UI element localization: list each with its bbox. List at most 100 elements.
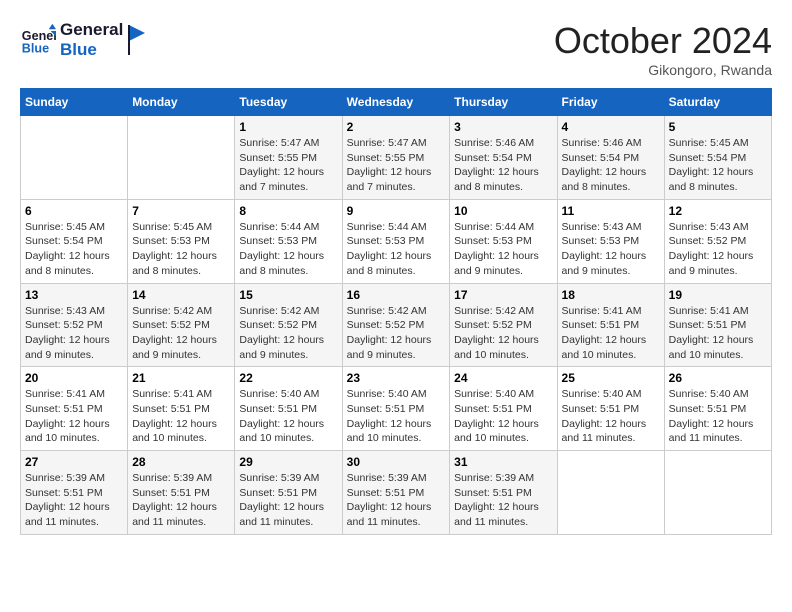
calendar-cell: 23Sunrise: 5:40 AMSunset: 5:51 PMDayligh… [342,367,450,451]
calendar-cell: 11 Sunrise: 5:43 AMSunset: 5:53 PMDayligh… [557,199,664,283]
day-info: Sunrise: 5:46 AMSunset: 5:54 PMDaylight:… [454,136,552,195]
calendar-cell: 7 Sunrise: 5:45 AMSunset: 5:53 PMDaylight… [128,199,235,283]
calendar-cell [664,451,771,535]
day-number: 16 [347,288,446,302]
day-number: 12 [669,204,767,218]
calendar-cell: 20Sunrise: 5:41 AMSunset: 5:51 PMDayligh… [21,367,128,451]
title-block: October 2024 Gikongoro, Rwanda [554,20,772,78]
calendar-body: 1 Sunrise: 5:47 AMSunset: 5:55 PMDaylight… [21,116,772,535]
day-number: 28 [132,455,230,469]
column-header-friday: Friday [557,89,664,116]
calendar-cell: 21 Sunrise: 5:41 AMSunset: 5:51 PMDayligh… [128,367,235,451]
calendar-cell: 24Sunrise: 5:40 AMSunset: 5:51 PMDayligh… [450,367,557,451]
day-info: Sunrise: 5:39 AMSunset: 5:51 PMDaylight:… [454,471,552,530]
calendar-cell: 26Sunrise: 5:40 AMSunset: 5:51 PMDayligh… [664,367,771,451]
day-number: 15 [239,288,337,302]
day-number: 24 [454,371,552,385]
day-info: Sunrise: 5:45 AMSunset: 5:53 PMDaylight:… [132,220,230,279]
calendar-cell: 25 Sunrise: 5:40 AMSunset: 5:51 PMDayligh… [557,367,664,451]
calendar-cell: 14Sunrise: 5:42 AMSunset: 5:52 PMDayligh… [128,283,235,367]
day-number: 2 [347,120,446,134]
calendar-cell: 2 Sunrise: 5:47 AMSunset: 5:55 PMDaylight… [342,116,450,200]
week-row-2: 6 Sunrise: 5:45 AMSunset: 5:54 PMDaylight… [21,199,772,283]
day-number: 5 [669,120,767,134]
calendar-cell: 15 Sunrise: 5:42 AMSunset: 5:52 PMDayligh… [235,283,342,367]
day-number: 7 [132,204,230,218]
calendar-cell: 5 Sunrise: 5:45 AMSunset: 5:54 PMDaylight… [664,116,771,200]
column-header-wednesday: Wednesday [342,89,450,116]
day-number: 21 [132,371,230,385]
logo-general: General [60,20,123,40]
calendar-cell: 28Sunrise: 5:39 AMSunset: 5:51 PMDayligh… [128,451,235,535]
day-info: Sunrise: 5:40 AMSunset: 5:51 PMDaylight:… [562,387,660,446]
column-header-sunday: Sunday [21,89,128,116]
day-info: Sunrise: 5:40 AMSunset: 5:51 PMDaylight:… [239,387,337,446]
calendar-cell: 16Sunrise: 5:42 AMSunset: 5:52 PMDayligh… [342,283,450,367]
day-number: 4 [562,120,660,134]
day-number: 31 [454,455,552,469]
calendar-cell [128,116,235,200]
day-number: 11 [562,204,660,218]
day-number: 9 [347,204,446,218]
day-number: 1 [239,120,337,134]
day-info: Sunrise: 5:43 AMSunset: 5:53 PMDaylight:… [562,220,660,279]
logo-icon: General Blue [20,22,56,58]
logo-flag-icon [127,25,147,55]
day-number: 8 [239,204,337,218]
day-info: Sunrise: 5:45 AMSunset: 5:54 PMDaylight:… [669,136,767,195]
calendar-cell: 9 Sunrise: 5:44 AMSunset: 5:53 PMDaylight… [342,199,450,283]
calendar-cell: 6 Sunrise: 5:45 AMSunset: 5:54 PMDaylight… [21,199,128,283]
day-number: 30 [347,455,446,469]
day-number: 3 [454,120,552,134]
day-info: Sunrise: 5:40 AMSunset: 5:51 PMDaylight:… [669,387,767,446]
page-header: General Blue General Blue October 2024 G… [20,20,772,78]
day-info: Sunrise: 5:41 AMSunset: 5:51 PMDaylight:… [562,304,660,363]
day-info: Sunrise: 5:42 AMSunset: 5:52 PMDaylight:… [239,304,337,363]
column-header-saturday: Saturday [664,89,771,116]
day-info: Sunrise: 5:43 AMSunset: 5:52 PMDaylight:… [25,304,123,363]
calendar-cell: 1 Sunrise: 5:47 AMSunset: 5:55 PMDaylight… [235,116,342,200]
day-info: Sunrise: 5:40 AMSunset: 5:51 PMDaylight:… [347,387,446,446]
day-number: 22 [239,371,337,385]
day-number: 6 [25,204,123,218]
calendar-cell: 22 Sunrise: 5:40 AMSunset: 5:51 PMDayligh… [235,367,342,451]
day-number: 25 [562,371,660,385]
location-subtitle: Gikongoro, Rwanda [554,62,772,78]
calendar-cell: 8 Sunrise: 5:44 AMSunset: 5:53 PMDaylight… [235,199,342,283]
calendar-cell: 29 Sunrise: 5:39 AMSunset: 5:51 PMDayligh… [235,451,342,535]
calendar-cell: 3 Sunrise: 5:46 AMSunset: 5:54 PMDaylight… [450,116,557,200]
day-info: Sunrise: 5:47 AMSunset: 5:55 PMDaylight:… [239,136,337,195]
calendar-cell: 27 Sunrise: 5:39 AMSunset: 5:51 PMDayligh… [21,451,128,535]
day-info: Sunrise: 5:46 AMSunset: 5:54 PMDaylight:… [562,136,660,195]
day-info: Sunrise: 5:39 AMSunset: 5:51 PMDaylight:… [239,471,337,530]
logo-blue: Blue [60,40,123,60]
day-number: 29 [239,455,337,469]
day-info: Sunrise: 5:44 AMSunset: 5:53 PMDaylight:… [347,220,446,279]
svg-text:Blue: Blue [22,42,49,56]
day-info: Sunrise: 5:41 AMSunset: 5:51 PMDaylight:… [132,387,230,446]
day-info: Sunrise: 5:41 AMSunset: 5:51 PMDaylight:… [25,387,123,446]
day-number: 18 [562,288,660,302]
day-info: Sunrise: 5:39 AMSunset: 5:51 PMDaylight:… [25,471,123,530]
day-info: Sunrise: 5:41 AMSunset: 5:51 PMDaylight:… [669,304,767,363]
day-number: 19 [669,288,767,302]
week-row-3: 13Sunrise: 5:43 AMSunset: 5:52 PMDayligh… [21,283,772,367]
week-row-1: 1 Sunrise: 5:47 AMSunset: 5:55 PMDaylight… [21,116,772,200]
day-info: Sunrise: 5:44 AMSunset: 5:53 PMDaylight:… [454,220,552,279]
calendar-cell: 19 Sunrise: 5:41 AMSunset: 5:51 PMDayligh… [664,283,771,367]
day-number: 27 [25,455,123,469]
day-info: Sunrise: 5:47 AMSunset: 5:55 PMDaylight:… [347,136,446,195]
column-header-thursday: Thursday [450,89,557,116]
week-row-5: 27 Sunrise: 5:39 AMSunset: 5:51 PMDayligh… [21,451,772,535]
month-title: October 2024 [554,20,772,62]
calendar-header-row: SundayMondayTuesdayWednesdayThursdayFrid… [21,89,772,116]
day-number: 14 [132,288,230,302]
calendar-cell: 4 Sunrise: 5:46 AMSunset: 5:54 PMDaylight… [557,116,664,200]
calendar-cell [557,451,664,535]
day-info: Sunrise: 5:44 AMSunset: 5:53 PMDaylight:… [239,220,337,279]
day-info: Sunrise: 5:45 AMSunset: 5:54 PMDaylight:… [25,220,123,279]
calendar-cell: 31 Sunrise: 5:39 AMSunset: 5:51 PMDayligh… [450,451,557,535]
calendar-cell: 12Sunrise: 5:43 AMSunset: 5:52 PMDayligh… [664,199,771,283]
calendar-cell: 10 Sunrise: 5:44 AMSunset: 5:53 PMDayligh… [450,199,557,283]
day-number: 10 [454,204,552,218]
